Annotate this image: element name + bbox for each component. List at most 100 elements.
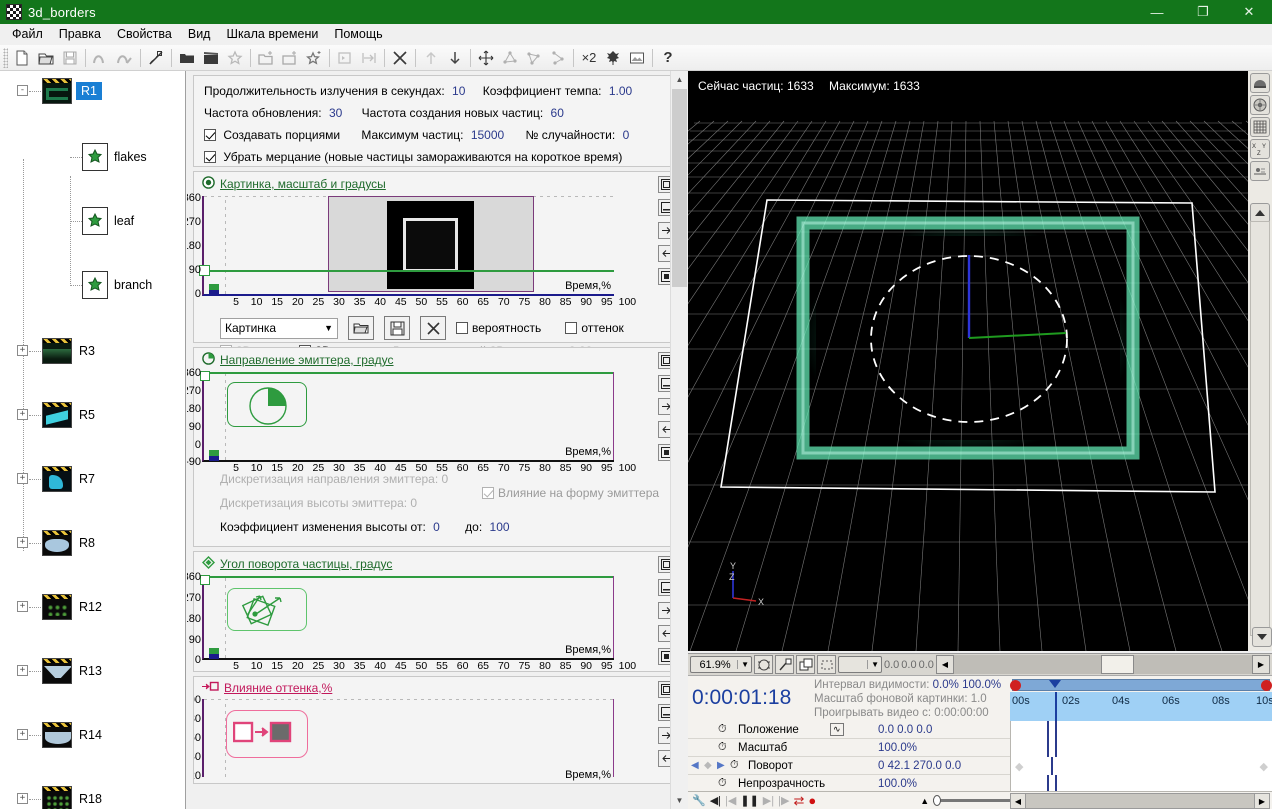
- wrench-icon[interactable]: 🔧: [692, 794, 706, 807]
- tree-expander-r7[interactable]: +: [17, 473, 28, 484]
- stopwatch-icon[interactable]: ⏱: [730, 759, 739, 772]
- viewport-3d[interactable]: Y Z X Сейчас частиц: 1633 Максимум: 1633: [688, 71, 1248, 651]
- tree-label-r18[interactable]: R18: [79, 792, 102, 806]
- height-from-value[interactable]: 0: [433, 520, 440, 534]
- track-keyframe-lane[interactable]: [1010, 721, 1272, 739]
- scroll-left-icon[interactable]: ◀: [935, 655, 954, 674]
- open-folder-icon[interactable]: [34, 46, 58, 70]
- graph-value-line[interactable]: [204, 372, 614, 374]
- update-rate-value[interactable]: 30: [329, 106, 342, 120]
- toolbar-grip[interactable]: [3, 47, 8, 68]
- tree-expander-r8[interactable]: +: [17, 537, 28, 548]
- coord-dropdown[interactable]: ▼: [838, 656, 882, 673]
- menu-help[interactable]: Помощь: [326, 25, 390, 43]
- scatter-link1-icon[interactable]: [498, 46, 522, 70]
- batch-checkbox[interactable]: [204, 129, 216, 141]
- redo-icon[interactable]: [113, 46, 137, 70]
- tree-expander-r3[interactable]: +: [17, 345, 28, 356]
- tree-expander-r5[interactable]: +: [17, 409, 28, 420]
- tree-expander-r14[interactable]: +: [17, 729, 28, 740]
- visibility-to[interactable]: 100.0%: [962, 679, 1001, 691]
- tree-label-leaf[interactable]: leaf: [114, 214, 134, 228]
- graph-edit-icon[interactable]: [144, 46, 168, 70]
- max-particles-value[interactable]: 15000: [471, 128, 504, 142]
- track-value[interactable]: 0.0 0.0 0.0: [878, 724, 932, 736]
- copy-frame-icon[interactable]: [333, 46, 357, 70]
- graph-title-direction[interactable]: Направление эмиттера, градус: [220, 353, 394, 367]
- tree-label-r7[interactable]: R7: [79, 472, 95, 486]
- tree-label-branch[interactable]: branch: [114, 278, 152, 292]
- track-row[interactable]: ◀ ◆ ▶ ⏱ Поворот 0 42.1 270.0 0.0 ◆ ◆: [688, 757, 1272, 775]
- move-up-icon[interactable]: [419, 46, 443, 70]
- viewport-vertical-scrollbar[interactable]: [1250, 221, 1270, 636]
- go-start-icon[interactable]: |◀: [725, 794, 736, 807]
- emitter-tree[interactable]: - R1 flakes leaf branch + R3 + R5 + R7 +…: [0, 71, 186, 809]
- duplicate-view-icon[interactable]: [796, 655, 815, 674]
- stopwatch-icon[interactable]: ⏱: [718, 723, 727, 736]
- track-keyframe-lane[interactable]: ◆ ◆: [1010, 757, 1272, 775]
- new-star-icon[interactable]: [302, 46, 326, 70]
- radio-green-icon[interactable]: [202, 176, 215, 192]
- hue-checkbox[interactable]: [565, 322, 578, 334]
- tree-node-r18[interactable]: + R18: [0, 783, 185, 809]
- folder-icon[interactable]: [175, 46, 199, 70]
- playhead-marker-icon[interactable]: [1049, 680, 1061, 688]
- camera-globe-icon[interactable]: [1250, 95, 1270, 115]
- diamond-green-icon[interactable]: [202, 556, 215, 572]
- scroll-up-icon[interactable]: [1250, 203, 1270, 223]
- tree-expander-r12[interactable]: +: [17, 601, 28, 612]
- track-row[interactable]: ⏱ Масштаб 100.0%: [688, 739, 1272, 757]
- keyframe-diamond-icon[interactable]: ◆: [1015, 760, 1023, 773]
- graph-title-rotation[interactable]: Угол поворота частицы, градус: [220, 557, 392, 571]
- axes-xyz-icon[interactable]: XYZ: [1250, 139, 1270, 159]
- tree-label-r13[interactable]: R13: [79, 664, 102, 678]
- new-folder-icon[interactable]: [254, 46, 278, 70]
- tree-expander-r18[interactable]: +: [17, 793, 28, 804]
- save-icon[interactable]: [58, 46, 82, 70]
- menu-file[interactable]: Файл: [4, 25, 51, 43]
- keyframe-diamond-icon[interactable]: ◆: [1260, 760, 1268, 773]
- pie-green-icon[interactable]: [202, 352, 215, 368]
- tree-label-r12[interactable]: R12: [79, 600, 102, 614]
- minimize-button[interactable]: —: [1134, 0, 1180, 24]
- properties-scrollbar[interactable]: ▲ ▼: [670, 71, 687, 809]
- keyframe-diamond-icon[interactable]: ◆: [704, 760, 712, 771]
- move-frame-icon[interactable]: [357, 46, 381, 70]
- height-to-value[interactable]: 100: [490, 520, 510, 534]
- hscrollbar-thumb[interactable]: [1100, 655, 1134, 674]
- graph-plot-hue[interactable]: Время,% 100 80 60 40 20: [194, 694, 614, 782]
- track-keyframe-lane[interactable]: [1010, 739, 1272, 757]
- record-icon[interactable]: ●: [808, 793, 816, 808]
- new-clip-icon[interactable]: [278, 46, 302, 70]
- probability-checkbox[interactable]: [456, 322, 468, 334]
- tree-node-r13[interactable]: + R13: [0, 655, 185, 687]
- image-icon[interactable]: [625, 46, 649, 70]
- visibility-from[interactable]: 0.0%: [933, 679, 959, 691]
- track-value[interactable]: 0 42.1 270.0 0.0: [878, 760, 961, 772]
- tree-node-r1[interactable]: - R1: [0, 75, 185, 107]
- prev-frame-icon[interactable]: ◀|: [710, 794, 721, 807]
- spawn-rate-value[interactable]: 60: [551, 106, 564, 120]
- stopwatch-icon[interactable]: ⏱: [718, 741, 727, 754]
- close-button[interactable]: ✕: [1226, 0, 1272, 24]
- tree-node-r12[interactable]: + R12: [0, 591, 185, 623]
- graph-value-handle[interactable]: [200, 371, 210, 381]
- tracks-horizontal-scrollbar[interactable]: ◀ ▶: [1010, 793, 1270, 809]
- timeline-ruler[interactable]: 00s 02s 04s 06s 08s 10s: [1010, 676, 1272, 722]
- menu-properties[interactable]: Свойства: [109, 25, 180, 43]
- menu-view[interactable]: Вид: [180, 25, 219, 43]
- tempo-value[interactable]: 1.00: [609, 84, 632, 98]
- tree-label-flakes[interactable]: flakes: [114, 150, 147, 164]
- tree-label-r14[interactable]: R14: [79, 728, 102, 742]
- zoom-level-control[interactable]: 61.9% ▼: [690, 656, 752, 673]
- loop-icon[interactable]: ⇄: [793, 793, 804, 809]
- zoom-out-icon[interactable]: ▲: [920, 796, 929, 806]
- tree-label-r5[interactable]: R5: [79, 408, 95, 422]
- curve-editor-icon[interactable]: ∿: [830, 723, 844, 736]
- scrollbar-thumb[interactable]: [672, 89, 687, 287]
- tree-label-r1[interactable]: R1: [76, 82, 102, 100]
- scroll-down-icon[interactable]: [1252, 627, 1272, 647]
- tree-node-r7[interactable]: + R7: [0, 463, 185, 495]
- timeline-ticks-band[interactable]: [1010, 692, 1272, 722]
- tree-node-leaf[interactable]: leaf: [0, 205, 185, 237]
